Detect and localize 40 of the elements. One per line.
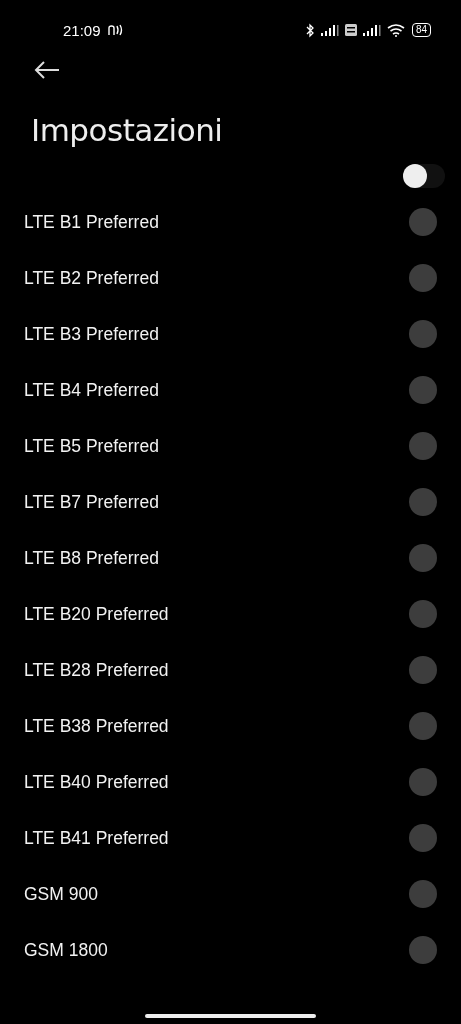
radio-button[interactable] [409,712,437,740]
radio-button[interactable] [409,432,437,460]
radio-button[interactable] [409,768,437,796]
band-label: LTE B41 Preferred [24,827,169,849]
band-label: LTE B7 Preferred [24,491,159,513]
band-label: LTE B5 Preferred [24,435,159,457]
band-label: LTE B3 Preferred [24,323,159,345]
radio-button[interactable] [409,880,437,908]
band-label: LTE B38 Preferred [24,715,169,737]
radio-button[interactable] [409,208,437,236]
radio-button[interactable] [409,656,437,684]
signal-icon [319,24,340,36]
radio-button[interactable] [409,376,437,404]
band-label: GSM 900 [24,883,98,905]
band-label: LTE B40 Preferred [24,771,169,793]
signal-icon [361,24,382,36]
volte-icon [344,24,357,36]
radio-button[interactable] [409,600,437,628]
nfc-icon [107,24,124,36]
band-label: LTE B8 Preferred [24,547,159,569]
band-label: GSM 1800 [24,939,108,961]
back-arrow-icon[interactable] [34,61,60,79]
band-label: LTE B4 Preferred [24,379,159,401]
band-label: LTE B28 Preferred [24,659,169,681]
band-label: LTE B2 Preferred [24,267,159,289]
radio-button[interactable] [409,488,437,516]
home-indicator[interactable] [145,1014,316,1018]
band-label: LTE B1 Preferred [24,211,159,233]
battery-indicator: 84 [411,23,431,37]
band-label: LTE B20 Preferred [24,603,169,625]
bluetooth-icon [305,22,315,38]
radio-button[interactable] [409,824,437,852]
page-title: Impostazioni [31,111,224,150]
radio-button[interactable] [409,936,437,964]
radio-button[interactable] [409,320,437,348]
radio-button[interactable] [409,544,437,572]
status-time: 21:09 [63,21,101,39]
toggle-switch[interactable] [403,164,445,188]
radio-button[interactable] [409,264,437,292]
wifi-icon [386,23,405,37]
